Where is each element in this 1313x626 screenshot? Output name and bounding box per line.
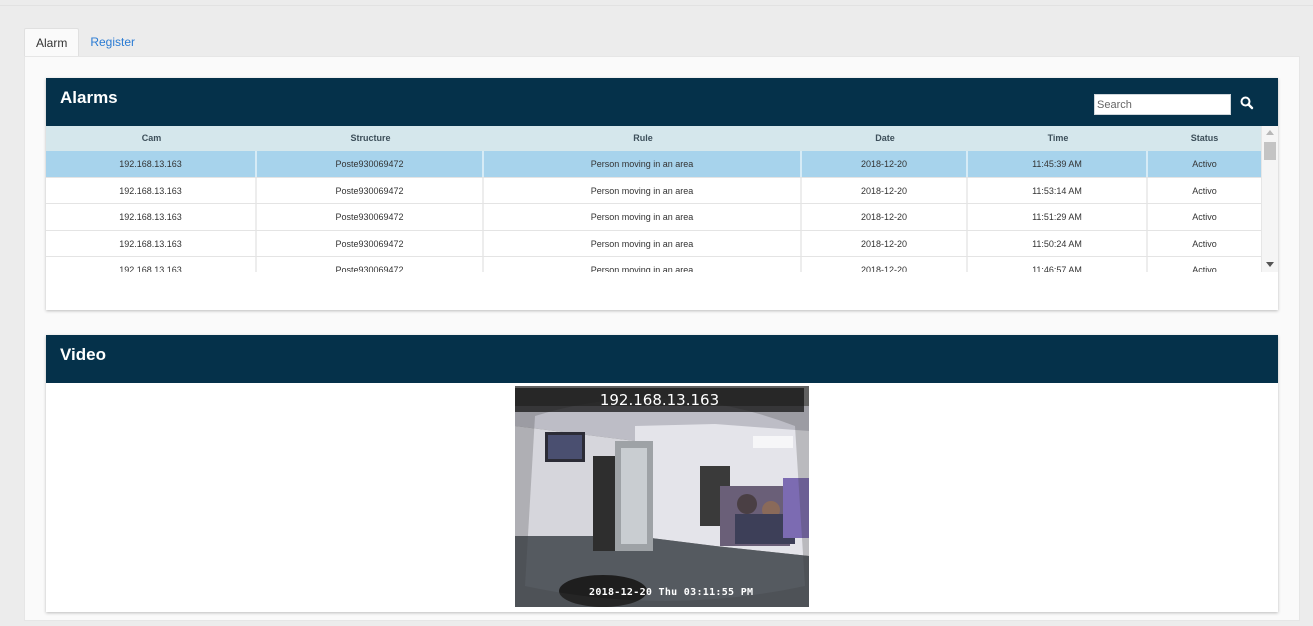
camera-feed[interactable]: 192.168.13.163 2018-12-20 Thu 03:11:55 P…	[515, 386, 809, 607]
tab-register[interactable]: Register	[79, 28, 146, 57]
cell-structure: Poste930069472	[257, 230, 484, 256]
video-title: Video	[60, 345, 106, 364]
cell-rule: Person moving in an area	[484, 230, 802, 256]
search-icon[interactable]	[1239, 95, 1255, 111]
cell-time: 11:53:14 AM	[968, 177, 1148, 203]
chevron-up-icon[interactable]	[1266, 130, 1274, 135]
search-input[interactable]	[1094, 94, 1231, 115]
cell-rule: Person moving in an area	[484, 151, 802, 177]
cell-time: 11:51:29 AM	[968, 204, 1148, 230]
cell-structure: Poste930069472	[257, 151, 484, 177]
chevron-down-icon[interactable]	[1266, 262, 1274, 267]
cell-status: Activo	[1192, 159, 1217, 169]
alarms-table: Cam Structure Rule Date Time Status 192.…	[46, 126, 1278, 272]
column-header-time[interactable]: Time	[968, 126, 1148, 151]
alarms-panel: Alarms Cam Structure Rule Date Time Stat…	[46, 78, 1278, 310]
cell-rule: Person moving in an area	[484, 177, 802, 203]
cell-date: 2018-12-20	[802, 177, 968, 203]
cell-structure: Poste930069472	[257, 257, 484, 272]
cell-status: Activo	[1192, 212, 1217, 222]
cell-structure: Poste930069472	[257, 177, 484, 203]
video-panel: Video 192.168.13.163 2018-12-20 Thu 03:1…	[46, 335, 1278, 612]
camera-ip-overlay: 192.168.13.163	[515, 388, 804, 412]
table-row[interactable]: 192.168.13.163 Poste930069472 Person mov…	[46, 230, 1261, 257]
column-header-rule[interactable]: Rule	[484, 126, 802, 151]
table-row[interactable]: 192.168.13.163 Poste930069472 Person mov…	[46, 151, 1261, 178]
cell-cam: 192.168.13.163	[46, 257, 257, 272]
cell-date: 2018-12-20	[802, 151, 968, 177]
cell-cam: 192.168.13.163	[46, 151, 257, 177]
cell-cam: 192.168.13.163	[46, 204, 257, 230]
cell-status: Activo	[1192, 238, 1217, 249]
cell-time: 11:46:57 AM	[968, 257, 1148, 272]
cell-date: 2018-12-20	[802, 204, 968, 230]
cell-cam: 192.168.13.163	[46, 177, 257, 203]
table-body: 192.168.13.163 Poste930069472 Person mov…	[46, 151, 1261, 272]
table-header: Cam Structure Rule Date Time Status	[46, 126, 1261, 151]
column-header-structure[interactable]: Structure	[257, 126, 484, 151]
cell-time: 11:50:24 AM	[968, 230, 1148, 256]
cell-status: Activo	[1192, 185, 1217, 196]
column-header-cam[interactable]: Cam	[46, 126, 257, 151]
cell-rule: Person moving in an area	[484, 204, 802, 230]
cell-date: 2018-12-20	[802, 230, 968, 256]
camera-scene-image	[515, 386, 809, 607]
camera-timestamp-overlay: 2018-12-20 Thu 03:11:55 PM	[589, 587, 754, 598]
table-row[interactable]: 192.168.13.163 Poste930069472 Person mov…	[46, 204, 1261, 231]
video-header: Video	[46, 335, 1278, 383]
table-scrollbar[interactable]	[1261, 126, 1278, 272]
cell-status: Activo	[1192, 265, 1217, 272]
cell-structure: Poste930069472	[257, 204, 484, 230]
table-row[interactable]: 192.168.13.163 Poste930069472 Person mov…	[46, 177, 1261, 204]
tab-alarm[interactable]: Alarm	[24, 28, 80, 57]
cell-rule: Person moving in an area	[484, 257, 802, 272]
cell-cam: 192.168.13.163	[46, 230, 257, 256]
alarms-title: Alarms	[60, 88, 118, 107]
scroll-thumb[interactable]	[1264, 142, 1276, 160]
column-header-date[interactable]: Date	[802, 126, 968, 151]
table-row[interactable]: 192.168.13.163 Poste930069472 Person mov…	[46, 257, 1261, 272]
cell-date: 2018-12-20	[802, 257, 968, 272]
alarms-header: Alarms	[46, 78, 1278, 126]
top-bar	[0, 0, 1313, 6]
cell-time: 11:45:39 AM	[968, 151, 1148, 177]
column-header-status[interactable]: Status	[1148, 126, 1261, 151]
tab-bar: Alarm Register	[24, 28, 146, 57]
